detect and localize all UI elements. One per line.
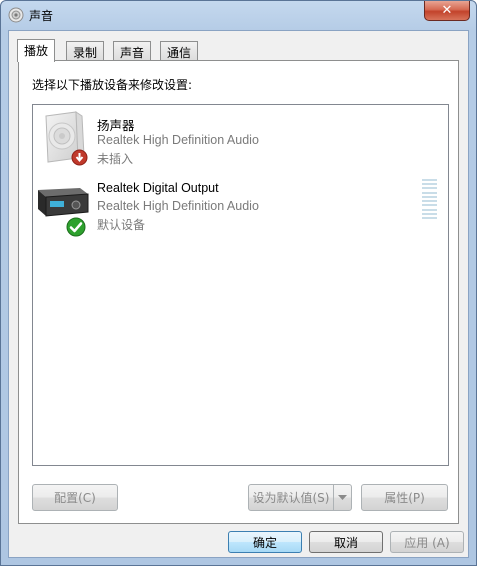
tab-label: 播放 [24, 44, 49, 58]
device-item-digital-output[interactable]: Realtek Digital Output Realtek High Defi… [33, 173, 448, 237]
ok-button-label: 确定 [252, 535, 277, 550]
dialog-client-area: 播放 录制 声音 通信 选择以下播放设备来修改设置: 扬声器 Realtek H… [8, 30, 469, 558]
instruction-text: 选择以下播放设备来修改设置: [32, 78, 193, 92]
sound-app-icon [8, 7, 24, 23]
device-name: Realtek Digital Output [97, 181, 219, 195]
tab-playback[interactable]: 播放 [17, 39, 56, 62]
volume-level-meter [422, 179, 437, 219]
tab-label: 录制 [73, 46, 98, 60]
default-check-icon [66, 217, 86, 237]
properties-button[interactable]: 属性(P) [361, 484, 448, 511]
tab-sounds[interactable]: 声音 [113, 41, 152, 61]
unplugged-icon [71, 149, 88, 166]
playback-device-list[interactable]: 扬声器 Realtek High Definition Audio 未插入 Re… [32, 104, 449, 466]
device-driver: Realtek High Definition Audio [97, 199, 259, 213]
tab-communications[interactable]: 通信 [160, 41, 199, 61]
device-status: 未插入 [97, 152, 134, 166]
configure-button-label: 配置(C) [54, 491, 96, 505]
close-icon: ✕ [441, 3, 453, 18]
configure-button[interactable]: 配置(C) [32, 484, 118, 511]
apply-button-label: 应用 (A) [404, 535, 450, 550]
ok-button[interactable]: 确定 [228, 531, 302, 553]
title-bar[interactable]: 声音 ✕ [1, 1, 476, 29]
dropdown-arrow-icon[interactable] [333, 485, 351, 510]
properties-button-label: 属性(P) [384, 491, 425, 505]
set-default-split-button[interactable]: 设为默认值(S) [248, 484, 352, 511]
tab-recording[interactable]: 录制 [66, 41, 105, 61]
cancel-button-label: 取消 [333, 535, 358, 550]
set-default-label: 设为默认值(S) [252, 491, 330, 505]
device-item-speakers[interactable]: 扬声器 Realtek High Definition Audio 未插入 [33, 107, 448, 171]
device-name: 扬声器 [97, 119, 135, 133]
window-title: 声音 [29, 9, 54, 23]
apply-button[interactable]: 应用 (A) [390, 531, 464, 553]
device-status: 默认设备 [97, 218, 146, 232]
tab-label: 通信 [167, 46, 192, 60]
sound-dialog-window: 声音 ✕ 播放 录制 声音 通信 选择以下播放设备来修改设置: 扬声器 Real… [0, 0, 477, 566]
playback-tab-page: 选择以下播放设备来修改设置: 扬声器 Realtek High Definiti… [18, 60, 459, 524]
device-driver: Realtek High Definition Audio [97, 133, 259, 147]
tab-label: 声音 [120, 46, 145, 60]
cancel-button[interactable]: 取消 [309, 531, 383, 553]
close-button[interactable]: ✕ [424, 1, 470, 21]
